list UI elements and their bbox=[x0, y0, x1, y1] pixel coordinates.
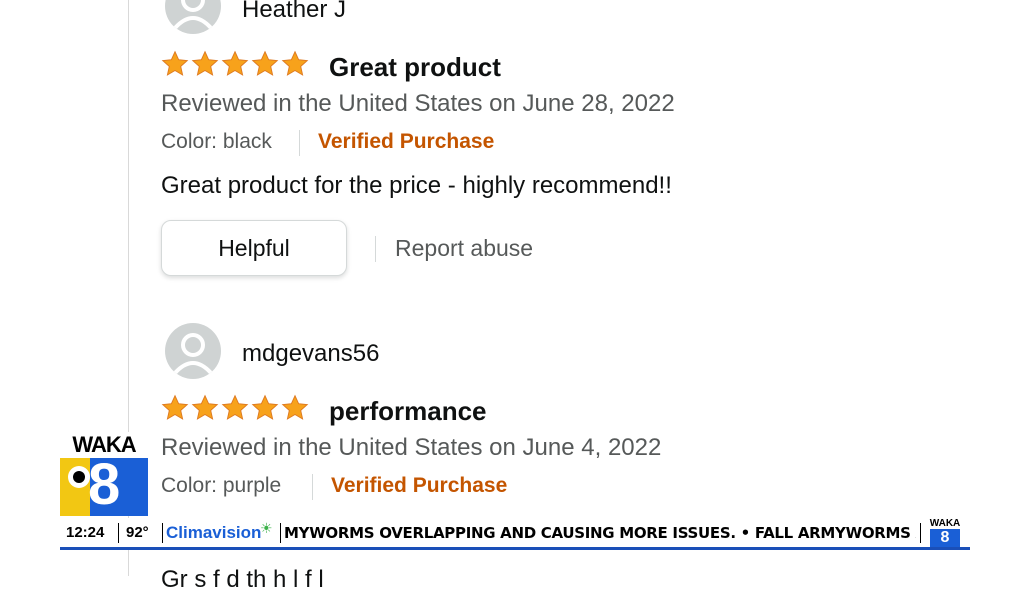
star-icon bbox=[191, 394, 219, 420]
review-date: Reviewed in the United States on June 28… bbox=[161, 90, 675, 117]
review-date: Reviewed in the United States on June 4,… bbox=[161, 434, 662, 461]
avatar-icon bbox=[165, 323, 221, 379]
ticker-divider bbox=[162, 523, 163, 543]
ticker-time: 12:24 bbox=[66, 524, 105, 541]
star-icon bbox=[281, 50, 309, 76]
news-ticker: 12:24 92° Climavision ☀ MYWORMS OVERLAPP… bbox=[60, 518, 970, 550]
avatar-icon bbox=[165, 0, 221, 34]
divider bbox=[375, 236, 376, 262]
cbs-eye-pupil bbox=[73, 471, 85, 483]
verified-purchase-badge: Verified Purchase bbox=[331, 474, 508, 497]
ticker-divider bbox=[280, 523, 281, 543]
star-icon bbox=[251, 394, 279, 420]
review-title[interactable]: performance bbox=[329, 396, 487, 427]
star-icon bbox=[221, 394, 249, 420]
review-body: Great product for the price - highly rec… bbox=[161, 172, 672, 199]
star-icon bbox=[161, 50, 189, 76]
reviewer-name[interactable]: mdgevans56 bbox=[242, 340, 379, 368]
star-icon bbox=[221, 50, 249, 76]
report-abuse-link[interactable]: Report abuse bbox=[395, 235, 533, 262]
ticker-temperature: 92° bbox=[126, 524, 149, 541]
ticker-divider bbox=[118, 523, 119, 543]
channel-number: 8 bbox=[88, 452, 121, 517]
product-color[interactable]: Color: purple bbox=[161, 474, 281, 498]
reviewer-name[interactable]: Heather J bbox=[242, 0, 346, 24]
sun-icon: ☀ bbox=[260, 520, 273, 536]
star-icon bbox=[281, 394, 309, 420]
star-icon bbox=[161, 394, 189, 420]
star-rating bbox=[161, 394, 309, 424]
ticker-divider bbox=[920, 523, 921, 543]
station-logo: WAKA 8 bbox=[60, 432, 148, 516]
verified-purchase-badge: Verified Purchase bbox=[318, 130, 495, 153]
divider bbox=[312, 474, 313, 500]
star-icon bbox=[251, 50, 279, 76]
review-title[interactable]: Great product bbox=[329, 52, 501, 83]
review-page: Heather J Great product Reviewed in the … bbox=[0, 0, 1024, 593]
divider bbox=[299, 130, 300, 156]
ticker-headline: MYWORMS OVERLAPPING AND CAUSING MORE ISS… bbox=[284, 524, 916, 542]
mini-station-name: WAKA bbox=[929, 518, 961, 529]
mini-channel-number: 8 bbox=[930, 529, 960, 547]
product-color[interactable]: Color: black bbox=[161, 130, 272, 154]
star-rating bbox=[161, 50, 309, 80]
star-icon bbox=[191, 50, 219, 76]
helpful-button[interactable]: Helpful bbox=[161, 220, 347, 276]
mini-station-logo: WAKA 8 bbox=[926, 518, 964, 548]
review-body-partial: Gr s f d th h l f l bbox=[161, 566, 324, 593]
